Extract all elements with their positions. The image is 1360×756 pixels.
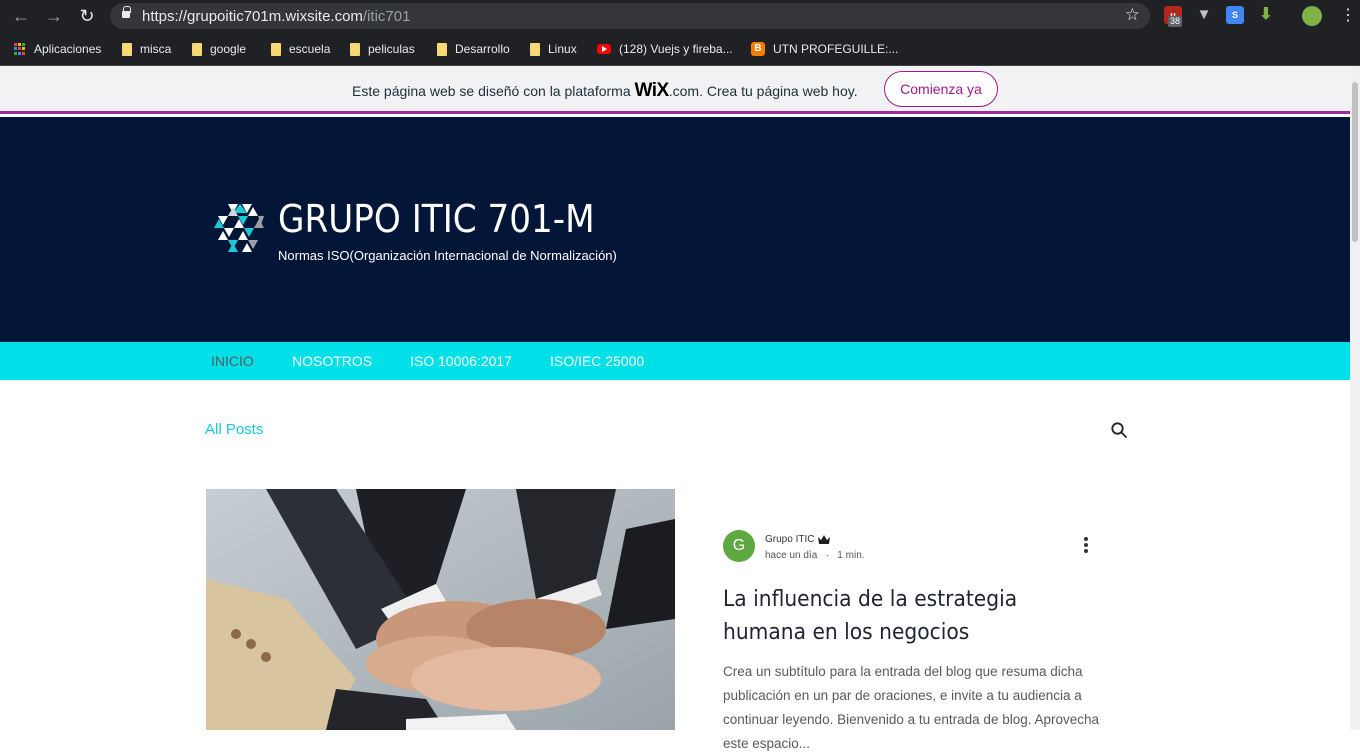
folder-icon (122, 42, 132, 56)
address-bar[interactable]: https://grupoitic701m.wixsite.com/itic70… (110, 3, 1150, 29)
extension-badge: 38 (1168, 16, 1183, 27)
bookmark-blogger[interactable]: B UTN PROFEGUILLE:... (751, 40, 898, 58)
post-title[interactable]: La influencia de la estrategia humana en… (723, 583, 1073, 649)
wix-logo[interactable]: WiX (635, 80, 670, 101)
bookmark-apps[interactable]: Aplicaciones (14, 40, 101, 58)
nav-item-inicio[interactable]: INICIO (211, 353, 254, 369)
folder-icon (530, 42, 540, 56)
extension-s-icon[interactable]: S (1226, 6, 1244, 24)
site-nav: INICIO NOSOTROS ISO 10006:2017 ISO/IEC 2… (0, 342, 1350, 380)
site-title[interactable]: GRUPO ITIC 701-M (278, 197, 595, 241)
nav-item-iso-10006[interactable]: ISO 10006:2017 (410, 353, 512, 369)
bookmark-folder[interactable]: Linux (530, 40, 577, 58)
extension-download-icon[interactable]: ⬇ (1257, 6, 1275, 24)
post-excerpt[interactable]: Crea un subtítulo para la entrada del bl… (723, 660, 1113, 756)
bookmark-youtube[interactable]: (128) Vuejs y fireba... (597, 40, 733, 58)
more-actions-icon[interactable] (1078, 536, 1094, 556)
bookmark-folder[interactable]: misca (122, 40, 171, 58)
post-cover-image[interactable] (206, 489, 675, 730)
wix-promo-text: Este página web se diseñó con la platafo… (352, 80, 858, 101)
extension-v-icon[interactable]: ▼ (1195, 6, 1213, 24)
scrollbar-thumb[interactable] (1352, 82, 1358, 242)
site-header: GRUPO ITIC 701-M Normas ISO(Organización… (0, 117, 1350, 342)
post-time: hace un día (765, 550, 818, 561)
wix-promo-banner: Este página web se diseñó con la platafo… (0, 66, 1350, 114)
wix-start-button[interactable]: Comienza ya (884, 71, 998, 107)
back-icon[interactable]: ← (9, 4, 33, 28)
bookmark-folder[interactable]: Desarrollo (437, 40, 510, 58)
folder-icon (271, 42, 281, 56)
bookmark-folder[interactable]: google (192, 40, 246, 58)
site-logo-icon[interactable] (212, 200, 268, 256)
folder-icon (350, 42, 360, 56)
nav-item-nosotros[interactable]: NOSOTROS (292, 353, 372, 369)
folder-icon (192, 42, 202, 56)
url-text: https://grupoitic701m.wixsite.com/itic70… (142, 8, 411, 25)
post-read-time: 1 min. (837, 550, 865, 561)
admin-crown-icon (818, 535, 831, 544)
bookmark-folder[interactable]: escuela (271, 40, 330, 58)
profile-avatar[interactable] (1302, 6, 1322, 26)
post-author[interactable]: Grupo ITIC (765, 534, 831, 545)
site-subtitle: Normas ISO(Organización Internacional de… (278, 248, 617, 263)
all-posts-link[interactable]: All Posts (205, 421, 263, 438)
stacked-hands-photo (206, 489, 675, 730)
youtube-icon (597, 44, 611, 54)
search-icon[interactable] (1110, 421, 1128, 439)
browser-toolbar: ← → ↻ https://grupoitic701m.wixsite.com/… (0, 0, 1360, 32)
meta-separator: · (825, 550, 829, 561)
folder-icon (437, 42, 447, 56)
reload-icon[interactable]: ↻ (75, 4, 99, 28)
author-avatar[interactable]: G (723, 530, 755, 562)
apps-grid-icon (14, 43, 26, 55)
post-meta: hace un día · 1 min. (765, 550, 865, 561)
bookmark-star-icon[interactable]: ☆ (1125, 5, 1140, 25)
blogger-icon: B (751, 42, 765, 56)
bookmark-folder[interactable]: peliculas (350, 40, 415, 58)
lock-icon (122, 6, 131, 18)
bookmarks-bar: Aplicaciones misca google escuela pelicu… (0, 32, 1360, 66)
nav-item-iso-25000[interactable]: ISO/IEC 25000 (550, 353, 644, 369)
browser-menu-icon[interactable]: ⋮ (1340, 4, 1356, 28)
forward-icon[interactable]: → (42, 4, 66, 28)
